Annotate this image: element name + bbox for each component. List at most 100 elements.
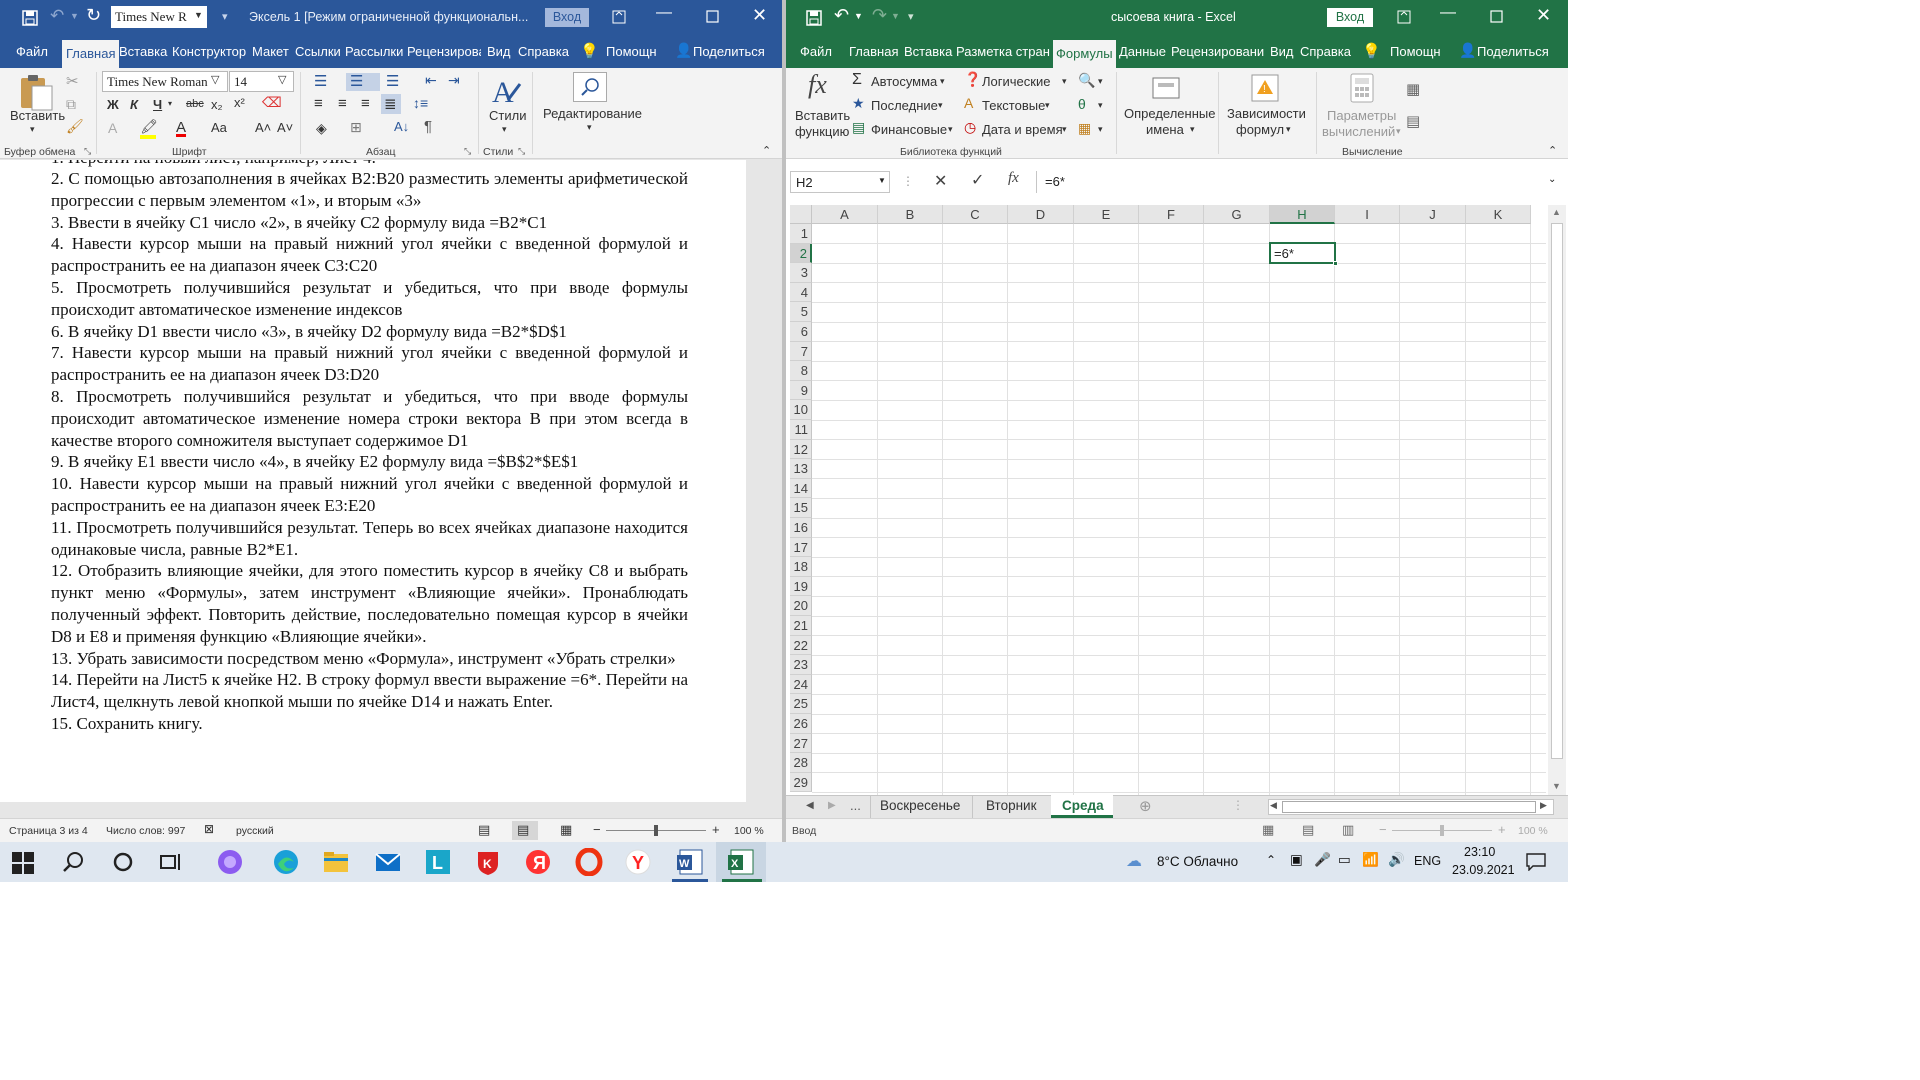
- minimize-icon[interactable]: —: [656, 4, 672, 22]
- task-view-icon[interactable]: [159, 850, 183, 874]
- decrease-indent-icon[interactable]: ⇤: [425, 72, 437, 89]
- column-header-b[interactable]: B: [878, 205, 943, 224]
- input-language[interactable]: ENG: [1414, 854, 1441, 868]
- lookup-icon[interactable]: 🔍: [1078, 72, 1095, 89]
- highlight-icon[interactable]: 🖍: [140, 118, 158, 135]
- numbering-icon[interactable]: ☰: [350, 72, 363, 90]
- chevron-down-icon[interactable]: ▽: [211, 73, 219, 86]
- italic-button[interactable]: К: [130, 97, 138, 112]
- person-icon[interactable]: 👤: [675, 42, 692, 59]
- tab-home[interactable]: Главная: [849, 44, 898, 59]
- row-header[interactable]: 13: [790, 459, 812, 479]
- tab-formulas[interactable]: Формулы: [1053, 40, 1116, 68]
- grow-font-icon[interactable]: A˄: [255, 120, 271, 135]
- tab-file[interactable]: Файл: [16, 44, 48, 59]
- cloud-icon[interactable]: ☁: [1126, 851, 1142, 871]
- chevron-down-icon[interactable]: ▾: [948, 124, 953, 135]
- excel-sign-in-button[interactable]: Вход: [1327, 8, 1373, 27]
- weather-text[interactable]: 8°C Облачно: [1157, 854, 1238, 869]
- zoom-in-icon[interactable]: +: [712, 822, 720, 837]
- dialog-launcher-icon[interactable]: ⤡: [84, 146, 91, 157]
- tell-me-box[interactable]: Помощн: [606, 44, 657, 59]
- opera-icon[interactable]: [575, 848, 603, 876]
- calculator-icon[interactable]: [1348, 72, 1376, 104]
- redo-icon[interactable]: ↷: [872, 5, 887, 26]
- logical-icon[interactable]: ❓: [964, 71, 981, 88]
- justify-icon[interactable]: ≣: [384, 95, 397, 113]
- styles-button[interactable]: Стили: [489, 108, 526, 123]
- change-case-icon[interactable]: Aa: [211, 120, 227, 135]
- chevron-down-icon[interactable]: ▽: [278, 73, 286, 86]
- windows-start-icon[interactable]: [12, 852, 34, 874]
- lightbulb-icon[interactable]: 💡: [580, 42, 599, 60]
- customize-qat-icon[interactable]: ▾: [908, 10, 914, 23]
- language-status[interactable]: русский: [236, 825, 274, 837]
- cut-icon[interactable]: ✂: [66, 72, 79, 90]
- cortana-icon[interactable]: [111, 850, 135, 874]
- sheet-tab-tuesday[interactable]: Вторник: [986, 798, 1037, 813]
- row-header[interactable]: 16: [790, 518, 812, 538]
- mail-icon[interactable]: [374, 848, 402, 876]
- battery-icon[interactable]: ▭: [1338, 852, 1351, 868]
- formula-dependencies-label-2[interactable]: формул: [1236, 122, 1284, 137]
- qat-font-box[interactable]: Times New R: [111, 6, 207, 28]
- defined-names-icon[interactable]: [1150, 72, 1182, 104]
- active-cell-h2[interactable]: =6*: [1269, 242, 1336, 264]
- row-header[interactable]: 27: [790, 733, 812, 754]
- column-header-c[interactable]: C: [943, 205, 1008, 224]
- column-header-d[interactable]: D: [1008, 205, 1074, 224]
- more-options-icon[interactable]: ⋮: [902, 174, 914, 188]
- edge-icon[interactable]: [272, 848, 300, 876]
- wifi-icon[interactable]: 📶: [1362, 852, 1379, 868]
- calc-options-label-2[interactable]: вычислений: [1322, 124, 1395, 139]
- dialog-launcher-icon[interactable]: ⤡: [464, 146, 471, 157]
- undo-dropdown-icon[interactable]: ▼: [70, 11, 79, 21]
- row-header[interactable]: 17: [790, 537, 812, 558]
- scroll-up-icon[interactable]: ▲: [1552, 207, 1561, 217]
- undo-icon[interactable]: ↶: [834, 5, 849, 26]
- show-hidden-icons-icon[interactable]: ⌃: [1266, 853, 1276, 867]
- sort-icon[interactable]: A↓: [394, 119, 409, 134]
- read-mode-icon[interactable]: ▤: [478, 822, 490, 838]
- redo-dropdown-icon[interactable]: ▼: [891, 11, 900, 21]
- math-icon[interactable]: θ: [1078, 96, 1086, 112]
- undo-icon[interactable]: ↶: [50, 6, 64, 26]
- zoom-slider-thumb[interactable]: [654, 825, 658, 836]
- row-header[interactable]: 22: [790, 635, 812, 656]
- row-header[interactable]: 21: [790, 616, 812, 636]
- worksheet-grid[interactable]: A B C D E F G H I J K 1 2 3 4 5 6 7 8 9 …: [790, 205, 1546, 795]
- tab-insert[interactable]: Вставка: [904, 44, 952, 59]
- editing-button[interactable]: Редактирование: [543, 106, 642, 121]
- ribbon-display-icon[interactable]: [1397, 10, 1411, 24]
- row-header[interactable]: 26: [790, 714, 812, 734]
- tab-help[interactable]: Справка: [518, 44, 569, 59]
- zoom-out-icon[interactable]: −: [593, 822, 601, 837]
- text-button[interactable]: Текстовые: [982, 98, 1045, 113]
- document-area[interactable]: 1. Перейти на новый лист, например, Лист…: [0, 160, 746, 802]
- chevron-down-icon[interactable]: ▾: [1098, 76, 1103, 87]
- split-handle-icon[interactable]: ⋮: [1232, 798, 1244, 812]
- row-header[interactable]: 9: [790, 380, 812, 401]
- page-count[interactable]: Страница 3 из 4: [9, 825, 88, 837]
- formula-auditing-icon[interactable]: !: [1249, 72, 1281, 104]
- word-taskbar-icon[interactable]: W: [676, 848, 704, 876]
- tab-layout[interactable]: Макет: [252, 44, 289, 59]
- row-header[interactable]: 6: [790, 322, 812, 342]
- defined-names-label-2[interactable]: имена: [1146, 122, 1184, 137]
- scroll-down-icon[interactable]: ▼: [1552, 781, 1561, 791]
- chevron-down-icon[interactable]: ▾: [938, 100, 943, 111]
- ribbon-display-icon[interactable]: [612, 10, 626, 24]
- autosum-icon[interactable]: Σ: [852, 71, 862, 89]
- font-color-icon[interactable]: A: [176, 119, 186, 136]
- customize-qat-icon[interactable]: ▾: [222, 10, 228, 23]
- copy-icon[interactable]: ⧉: [66, 96, 76, 113]
- dialog-launcher-icon[interactable]: ⤡: [518, 146, 525, 157]
- chevron-down-icon[interactable]: ▾: [1286, 124, 1291, 135]
- cancel-entry-icon[interactable]: ✕: [934, 171, 947, 191]
- tab-home[interactable]: Главная: [62, 40, 120, 68]
- tab-page-layout[interactable]: Разметка страни: [956, 44, 1050, 59]
- bullets-icon[interactable]: ☰: [314, 72, 327, 90]
- row-header[interactable]: 28: [790, 753, 812, 773]
- format-painter-icon[interactable]: 🖌: [66, 118, 84, 135]
- save-icon[interactable]: [806, 10, 822, 26]
